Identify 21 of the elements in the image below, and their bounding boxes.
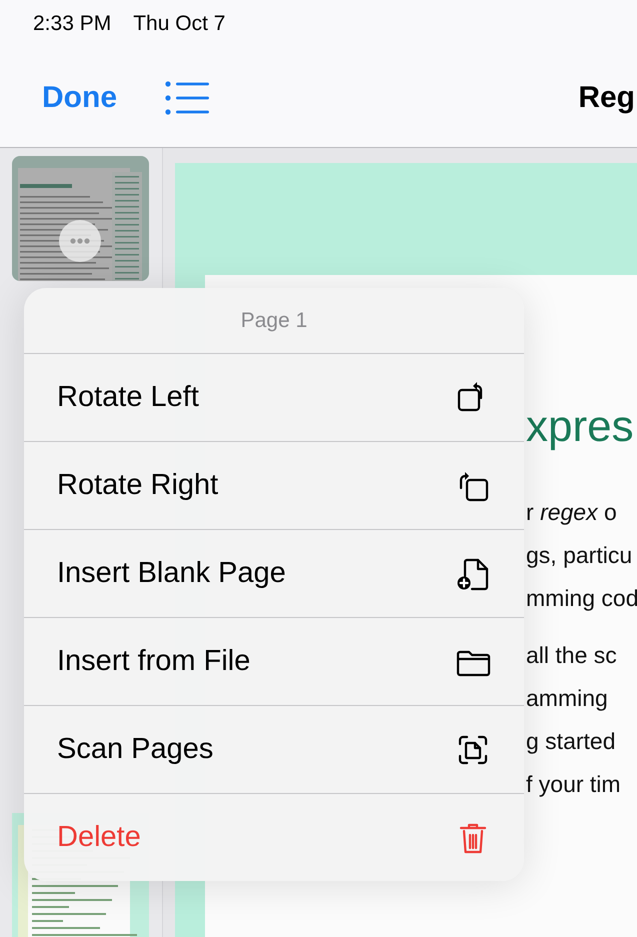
menu-item[interactable]: Delete [24,794,524,881]
menu-title: Page 1 [24,288,524,354]
document-text: all the sc [526,641,618,670]
document-heading: xpres [526,401,635,453]
menu-item[interactable]: Insert from File [24,618,524,706]
document-text: gs, particu [526,541,634,570]
list-icon[interactable] [165,80,209,114]
status-date: Thu Oct 7 [133,12,226,36]
status-time: 2:33 PM [33,12,112,36]
menu-item[interactable]: Insert Blank Page [24,530,524,618]
document-text: f your tim [526,770,622,799]
page-thumbnail[interactable] [12,156,149,280]
done-button[interactable]: Done [42,80,117,114]
document-text: amming [526,684,609,713]
document-title: Reg [578,80,635,114]
document-text: r regex o [526,498,618,527]
menu-item[interactable]: Rotate Right [24,442,524,530]
menu-item[interactable]: Rotate Left [24,354,524,442]
menu-item[interactable]: Scan Pages [24,706,524,794]
document-text: mming cod [526,584,637,613]
document-text: g started [526,727,616,756]
